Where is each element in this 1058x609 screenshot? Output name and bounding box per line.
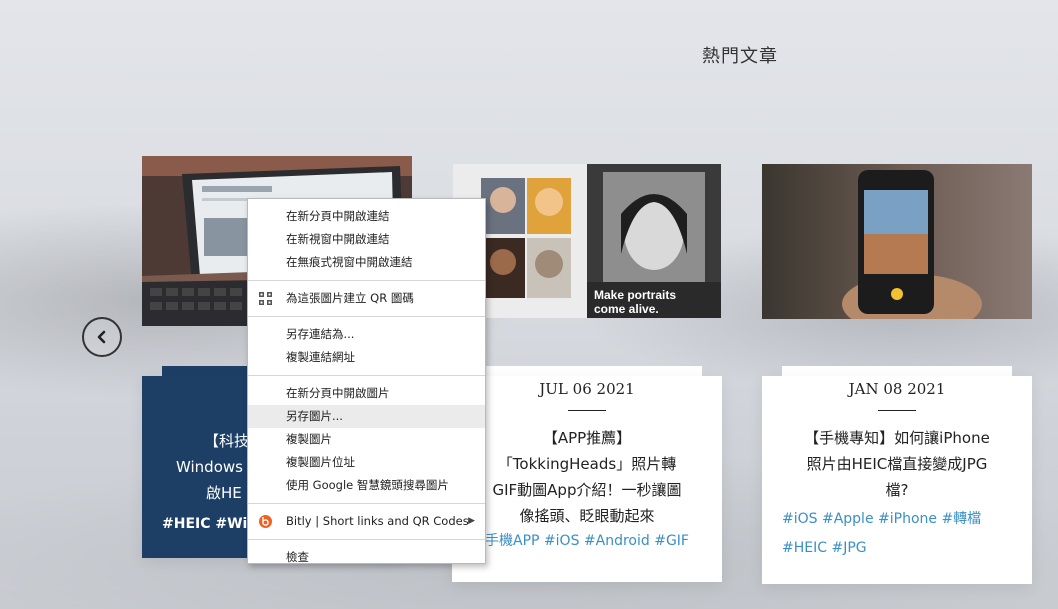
context-menu: 在新分頁中開啟連結 在新視窗中開啟連結 在無痕式視窗中開啟連結 為這張圖片建立 … (247, 198, 486, 564)
section-title: 熱門文章 (702, 46, 778, 67)
submenu-arrow-icon: ▶ (468, 516, 475, 526)
slider-prev-button[interactable] (82, 317, 122, 357)
menu-item-copy-image-address[interactable]: 複製圖片位址 (248, 451, 485, 474)
post-headline[interactable]: 【手機專知】如何讓iPhone 照片由HEIC檔直接變成JPG 檔? (762, 425, 1032, 503)
date-divider (568, 410, 606, 411)
post-card-3[interactable]: JAN 08 2021 【手機專知】如何讓iPhone 照片由HEIC檔直接變成… (762, 376, 1032, 584)
headline-line: 【手機專知】如何讓iPhone (804, 429, 990, 447)
image-caption-line: Make portraits (594, 288, 677, 302)
menu-item-label: 為這張圖片建立 QR 圖碼 (286, 291, 414, 305)
menu-separator (248, 539, 485, 540)
menu-item-bitly[interactable]: Bitly | Short links and QR Codes ▶ (248, 510, 485, 533)
post-tags[interactable]: #iOS #Apple #iPhone #轉檔 #HEIC #JPG (762, 505, 1032, 563)
menu-item-search-image-google-lens[interactable]: 使用 Google 智慧鏡頭搜尋圖片 (248, 474, 485, 497)
tags-line[interactable]: #HEIC #JPG (782, 534, 1016, 563)
headline-line: 【APP推薦】 (542, 429, 632, 447)
post-thumbnail-phone[interactable] (762, 164, 1032, 319)
menu-separator (248, 280, 485, 281)
headline-line: 檔? (885, 481, 909, 499)
bitly-icon (259, 515, 272, 528)
headline-line: 「TokkingHeads」照片轉 (497, 455, 677, 473)
menu-item-open-link-new-window[interactable]: 在新視窗中開啟連結 (248, 228, 485, 251)
post-card-2[interactable]: JUL 06 2021 【APP推薦】 「TokkingHeads」照片轉 GI… (452, 376, 722, 582)
date-divider (878, 410, 916, 411)
qr-code-icon (259, 292, 272, 305)
post-date: JAN 08 2021 (848, 380, 946, 398)
menu-separator (248, 503, 485, 504)
menu-item-inspect[interactable]: 檢查 (248, 546, 485, 569)
post-headline[interactable]: 【APP推薦】 「TokkingHeads」照片轉 GIF動圖App介紹！一秒讓… (452, 425, 722, 529)
menu-item-open-image-new-tab[interactable]: 在新分頁中開啟圖片 (248, 382, 485, 405)
post-thumbnail-portraits[interactable]: Make portraits come alive. (453, 164, 721, 318)
menu-item-create-qr-code[interactable]: 為這張圖片建立 QR 圖碼 (248, 287, 485, 310)
menu-item-save-image-as[interactable]: 另存圖片... (248, 405, 485, 428)
menu-item-open-link-incognito[interactable]: 在無痕式視窗中開啟連結 (248, 251, 485, 274)
headline-line: 照片由HEIC檔直接變成JPG (806, 455, 988, 473)
post-date: JUL 06 2021 (539, 380, 635, 398)
menu-separator (248, 375, 485, 376)
menu-item-save-link-as[interactable]: 另存連結為... (248, 323, 485, 346)
menu-separator (248, 316, 485, 317)
portrait-image-caption: Make portraits come alive. (594, 288, 676, 316)
menu-item-copy-image[interactable]: 複製圖片 (248, 428, 485, 451)
image-caption-line: come alive. (594, 302, 659, 316)
chevron-left-icon (97, 330, 106, 344)
menu-item-label: Bitly | Short links and QR Codes (286, 514, 469, 528)
post-tags[interactable]: 手機APP #iOS #Android #GIF (452, 527, 722, 556)
tags-line[interactable]: #iOS #Apple #iPhone #轉檔 (782, 505, 1016, 534)
headline-line: 像搖頭、眨眼動起來 (519, 507, 655, 525)
headline-line: GIF動圖App介紹！一秒讓圖 (492, 481, 682, 499)
menu-item-copy-link-address[interactable]: 複製連結網址 (248, 346, 485, 369)
menu-item-open-link-new-tab[interactable]: 在新分頁中開啟連結 (248, 205, 485, 228)
